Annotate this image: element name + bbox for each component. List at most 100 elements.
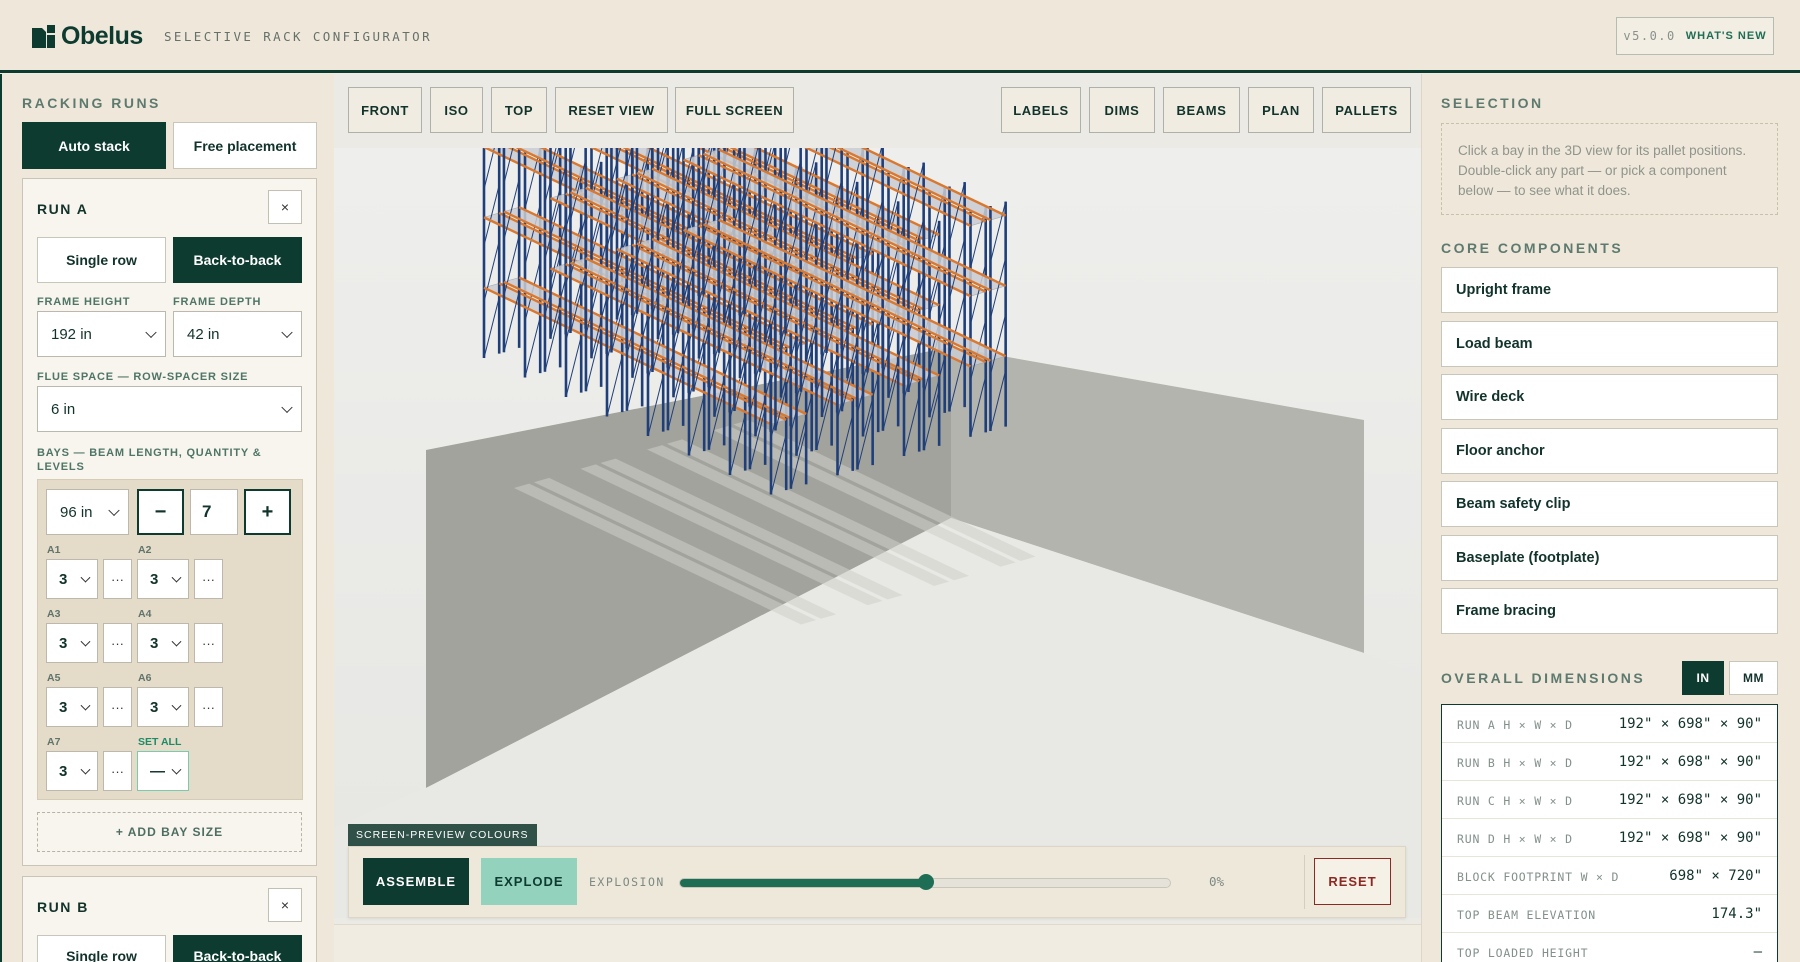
bay-a5-more-button[interactable]: ··· [103,687,132,727]
labels-toggle-button[interactable]: LABELS [1001,87,1081,133]
bay-a7-levels: 3 [59,762,68,780]
unit-in-button[interactable]: IN [1682,661,1724,695]
add-bay-size-button[interactable]: + ADD BAY SIZE [37,812,302,852]
chevron-down-icon [80,636,91,647]
plan-toggle-button[interactable]: PLAN [1248,87,1314,133]
chevron-down-icon [145,326,157,339]
bay-a4-levels-select[interactable]: 3 [137,623,189,663]
dimension-row: TOP LOADED HEIGHT – [1442,933,1777,962]
component-floor-anchor-button[interactable]: Floor anchor [1441,428,1778,474]
dimension-row: RUN A H × W × D 192" × 698" × 90" [1442,705,1777,743]
app-root: Obelus SELECTIVE RACK CONFIGURATOR v5.0.… [0,0,1800,962]
chevron-down-icon [80,700,91,711]
run-b-single-row-button[interactable]: Single row [37,935,166,962]
increase-quantity-button[interactable]: + [244,489,291,535]
dimension-value: 174.3" [1711,906,1762,922]
bays-label: BAYS — BEAM LENGTH, QUANTITY & LEVELS [37,447,262,473]
minus-icon: − [154,500,167,523]
chevron-down-icon [171,700,182,711]
bay-a6-label: A6 [138,672,152,684]
component-wire-deck-button[interactable]: Wire deck [1441,374,1778,420]
top-view-button[interactable]: TOP [491,87,547,133]
bay-a2-label: A2 [138,544,152,556]
frame-height-select[interactable]: 192 in [37,311,166,357]
iso-view-button[interactable]: ISO [430,87,483,133]
back-to-back-button[interactable]: Back-to-back [173,237,302,283]
bay-quantity-value: 7 [202,502,212,521]
bay-a2-levels-select[interactable]: 3 [137,559,189,599]
front-view-button[interactable]: FRONT [348,87,422,133]
screen-preview-colours-tag: SCREEN-PREVIEW COLOURS [348,824,537,846]
dimension-value: – [1753,944,1762,960]
bay-a4-more-button[interactable]: ··· [194,623,223,663]
dimension-label: TOP BEAM ELEVATION [1457,908,1597,922]
explosion-slider-fill [680,879,926,887]
bay-a5-levels-select[interactable]: 3 [46,687,98,727]
beams-toggle-button[interactable]: BEAMS [1163,87,1240,133]
frame-depth-select[interactable]: 42 in [173,311,302,357]
flue-space-select[interactable]: 6 in [37,386,302,432]
component-upright-frame-button[interactable]: Upright frame [1441,267,1778,313]
explode-reset-button[interactable]: RESET [1314,858,1391,905]
pallets-toggle-button[interactable]: PALLETS [1322,87,1411,133]
details-panel: SELECTION Click a bay in the 3D view for… [1421,74,1800,962]
dimension-row: RUN D H × W × D 192" × 698" × 90" [1442,819,1777,857]
bay-a4-label: A4 [138,608,152,620]
decrease-quantity-button[interactable]: − [137,489,184,535]
close-icon: × [280,199,290,215]
auto-stack-button[interactable]: Auto stack [22,122,166,169]
bay-a7-levels-select[interactable]: 3 [46,751,98,791]
3d-viewport[interactable] [334,148,1421,918]
bay-a5-label: A5 [47,672,61,684]
run-b-back-to-back-button[interactable]: Back-to-back [173,935,302,962]
component-load-beam-button[interactable]: Load beam [1441,321,1778,367]
run-a-close-button[interactable]: × [268,190,302,224]
bay-a2-levels: 3 [150,570,159,588]
free-placement-button[interactable]: Free placement [173,122,317,169]
explode-button[interactable]: EXPLODE [481,858,577,905]
beam-length-select[interactable]: 96 in [46,489,129,535]
component-baseplate-button[interactable]: Baseplate (footplate) [1441,535,1778,581]
racking-runs-title: RACKING RUNS [22,95,161,111]
reset-view-button[interactable]: RESET VIEW [555,87,668,133]
component-frame-bracing-button[interactable]: Frame bracing [1441,588,1778,634]
bay-quantity-input[interactable]: 7 [190,489,238,535]
bay-a3-label: A3 [47,608,61,620]
dimension-label: BLOCK FOOTPRINT W × D [1457,870,1620,884]
app-header: Obelus SELECTIVE RACK CONFIGURATOR v5.0.… [0,0,1800,73]
viewport-area: FRONT ISO TOP RESET VIEW FULL SCREEN LAB… [334,74,1421,962]
component-beam-safety-clip-button[interactable]: Beam safety clip [1441,481,1778,527]
bay-a3-more-button[interactable]: ··· [103,623,132,663]
flue-space-label: FLUE SPACE — ROW-SPACER SIZE [37,371,249,383]
set-all-value: — [150,762,165,780]
selection-hint: Click a bay in the 3D view for its palle… [1441,123,1778,215]
bay-a6-levels-select[interactable]: 3 [137,687,189,727]
whats-new-link[interactable]: WHAT'S NEW [1686,30,1767,42]
single-row-button[interactable]: Single row [37,237,166,283]
unit-mm-button[interactable]: MM [1729,661,1778,695]
run-b-close-button[interactable]: × [268,888,302,922]
bay-a2-more-button[interactable]: ··· [194,559,223,599]
explosion-percent: 0% [1209,874,1225,889]
version-badge[interactable]: v5.0.0 WHAT'S NEW [1616,17,1774,55]
core-components-title: CORE COMPONENTS [1441,240,1624,256]
set-all-label: SET ALL [138,736,182,748]
bay-a1-levels-select[interactable]: 3 [46,559,98,599]
brand-logo[interactable]: Obelus [32,22,143,51]
explosion-slider-track[interactable] [679,874,1171,890]
bay-a7-label: A7 [47,736,61,748]
explosion-slider-thumb[interactable] [918,874,934,890]
bay-a7-more-button[interactable]: ··· [103,751,132,791]
run-b-title: RUN B [37,899,89,915]
flue-space-value: 6 in [51,400,76,418]
close-icon: × [280,897,290,913]
bay-a1-more-button[interactable]: ··· [103,559,132,599]
bay-a6-more-button[interactable]: ··· [194,687,223,727]
dims-toggle-button[interactable]: DIMS [1089,87,1155,133]
set-all-levels-select[interactable]: — [137,751,189,791]
full-screen-button[interactable]: FULL SCREEN [675,87,794,133]
bay-a3-levels-select[interactable]: 3 [46,623,98,663]
bay-a4-levels: 3 [150,634,159,652]
frame-depth-label: FRAME DEPTH [173,296,262,308]
assemble-button[interactable]: ASSEMBLE [363,858,469,905]
